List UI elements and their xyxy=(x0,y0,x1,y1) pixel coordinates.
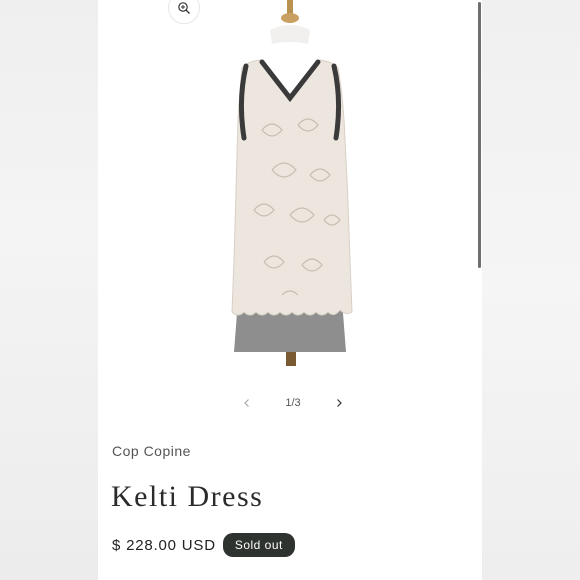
chevron-right-icon xyxy=(337,399,342,407)
zoom-button[interactable] xyxy=(168,0,200,24)
right-background-panel xyxy=(482,0,580,580)
product-page: 1/3 Cop Copine Kelti Dress $ 228.00 USD … xyxy=(98,0,482,580)
prev-image-button[interactable] xyxy=(238,394,256,412)
left-background-panel xyxy=(0,0,98,580)
product-title: Kelti Dress xyxy=(111,480,264,513)
gallery-counter: 1/3 xyxy=(285,397,301,409)
next-image-button[interactable] xyxy=(330,394,348,412)
gallery-scrollbar[interactable] xyxy=(478,2,481,268)
product-image[interactable] xyxy=(202,0,378,370)
product-price: $ 228.00 USD xyxy=(112,536,216,554)
mannequin-stand xyxy=(270,0,310,44)
sold-out-badge: Sold out xyxy=(222,533,295,557)
gallery-controls: 1/3 xyxy=(238,392,348,414)
product-vendor: Cop Copine xyxy=(112,443,191,459)
price-row: $ 228.00 USD Sold out xyxy=(112,533,295,557)
chevron-left-icon xyxy=(244,399,249,407)
zoom-in-icon xyxy=(178,2,190,14)
